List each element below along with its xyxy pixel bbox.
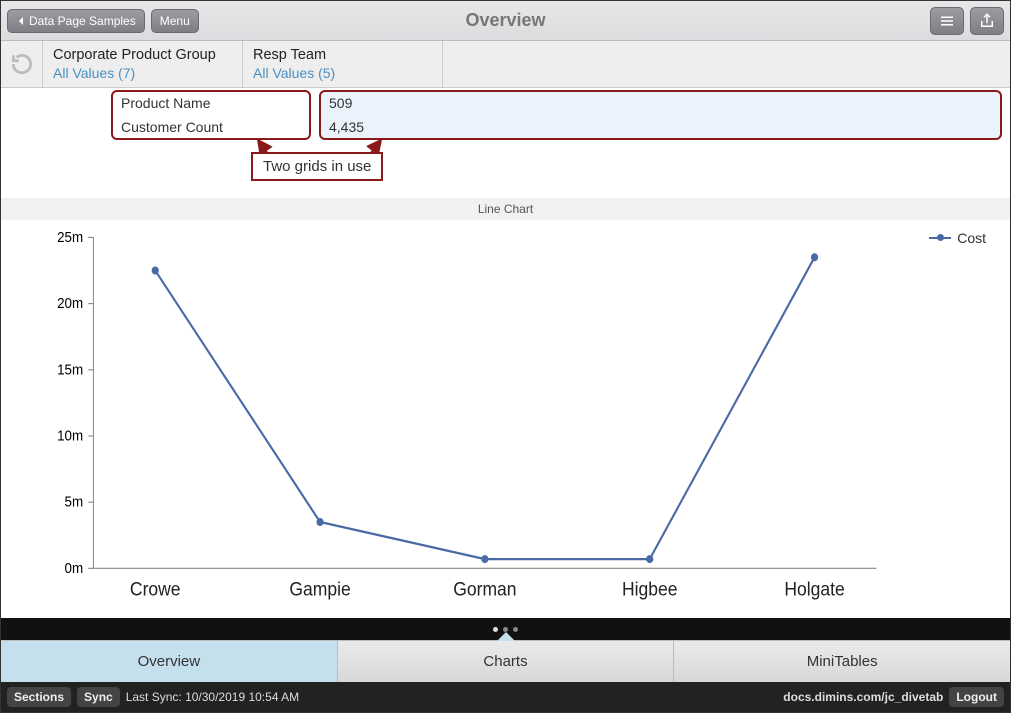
- filter-name: Corporate Product Group: [53, 47, 230, 63]
- sections-button[interactable]: Sections: [7, 687, 71, 707]
- svg-text:Holgate: Holgate: [784, 578, 844, 600]
- legend-marker-icon: [929, 233, 951, 243]
- footer-bar: Sections Sync Last Sync: 10/30/2019 10:5…: [1, 682, 1010, 712]
- sync-button[interactable]: Sync: [77, 687, 120, 707]
- tab-bar: Overview Charts MiniTables: [1, 640, 1010, 682]
- share-button[interactable]: [970, 7, 1004, 35]
- svg-text:20m: 20m: [57, 295, 83, 312]
- tab-minitables[interactable]: MiniTables: [674, 641, 1010, 682]
- grids-row: Product Name Customer Count 509 4,435 Tw…: [1, 88, 1010, 198]
- grid-value: 4,435: [329, 119, 990, 135]
- svg-text:10m: 10m: [57, 427, 83, 444]
- tab-label: Charts: [483, 653, 527, 670]
- svg-text:25m: 25m: [57, 228, 83, 245]
- svg-text:Higbee: Higbee: [622, 578, 677, 600]
- menu-button-label: Menu: [160, 14, 190, 28]
- grid-values[interactable]: 509 4,435: [319, 90, 1002, 140]
- filter-resp-team[interactable]: Resp Team All Values (5): [243, 41, 443, 87]
- back-button[interactable]: Data Page Samples: [7, 9, 145, 33]
- filter-value[interactable]: All Values (7): [53, 65, 230, 81]
- pager-dot[interactable]: [493, 627, 498, 632]
- svg-text:Gampie: Gampie: [289, 578, 350, 600]
- svg-text:Gorman: Gorman: [453, 578, 516, 600]
- footer-domain: docs.dimins.com/jc_divetab: [783, 690, 943, 704]
- svg-text:5m: 5m: [65, 493, 84, 510]
- hamburger-button[interactable]: [930, 7, 964, 35]
- chart-title: Line Chart: [1, 198, 1010, 220]
- svg-text:15m: 15m: [57, 361, 83, 378]
- header-bar: Data Page Samples Menu Overview: [1, 1, 1010, 41]
- legend-label: Cost: [957, 230, 986, 246]
- svg-text:0m: 0m: [65, 559, 84, 576]
- filter-strip: Corporate Product Group All Values (7) R…: [1, 41, 1010, 88]
- chevron-left-icon: [16, 16, 26, 26]
- back-button-label: Data Page Samples: [29, 14, 136, 28]
- logout-button[interactable]: Logout: [949, 687, 1004, 707]
- share-icon: [978, 12, 996, 30]
- tab-label: Overview: [138, 653, 201, 670]
- filter-value[interactable]: All Values (5): [253, 65, 430, 81]
- last-sync-text: Last Sync: 10/30/2019 10:54 AM: [126, 690, 299, 704]
- svg-text:Crowe: Crowe: [130, 578, 181, 600]
- grid-label: Product Name: [121, 95, 299, 111]
- refresh-icon: [9, 51, 35, 77]
- grid-value: 509: [329, 95, 990, 111]
- line-chart: Cost 0m 5m 10m 15m 20m 25m Crowe Gampie Gorman Hi…: [1, 220, 1010, 618]
- grid-label: Customer Count: [121, 119, 299, 135]
- annotation-callout: Two grids in use: [251, 152, 383, 181]
- chart-legend: Cost: [929, 230, 986, 246]
- refresh-button[interactable]: [1, 41, 43, 87]
- hamburger-icon: [938, 12, 956, 30]
- filter-name: Resp Team: [253, 47, 430, 63]
- filter-corporate-product-group[interactable]: Corporate Product Group All Values (7): [43, 41, 243, 87]
- grid-labels: Product Name Customer Count: [111, 90, 311, 140]
- pager-dot[interactable]: [503, 627, 508, 632]
- tab-overview[interactable]: Overview: [1, 641, 338, 682]
- tab-label: MiniTables: [807, 653, 878, 670]
- tab-charts[interactable]: Charts: [338, 641, 675, 682]
- menu-button[interactable]: Menu: [151, 9, 199, 33]
- pager-dot[interactable]: [513, 627, 518, 632]
